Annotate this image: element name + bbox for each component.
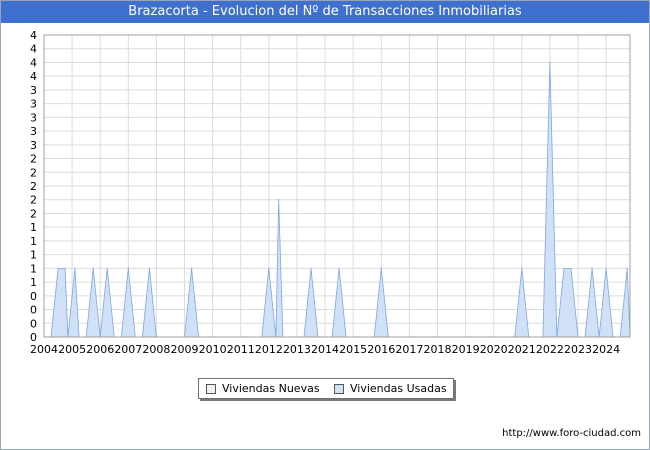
y-tick-label: 0: [30, 304, 37, 317]
data-point: [549, 61, 551, 64]
data-point: [268, 267, 270, 269]
y-tick-label: 4: [30, 70, 37, 83]
legend-swatch-usadas: [334, 384, 344, 394]
y-tick-label: 1: [30, 276, 37, 289]
x-tick-label: 2004: [30, 343, 58, 356]
y-tick-label: 4: [30, 29, 37, 42]
x-tick-label: 2022: [536, 343, 564, 356]
y-tick-label: 1: [30, 235, 37, 248]
y-tick-label: 3: [30, 125, 37, 138]
x-tick-label: 2019: [452, 343, 480, 356]
x-tick-label: 2020: [480, 343, 508, 356]
y-tick-label: 3: [30, 98, 37, 111]
x-tick-label: 2012: [255, 343, 283, 356]
footer-url[interactable]: http://www.foro-ciudad.com: [502, 428, 641, 439]
x-tick-label: 2006: [86, 343, 114, 356]
data-point: [380, 267, 382, 269]
y-tick-label: 4: [30, 43, 37, 56]
x-tick-label: 2005: [58, 343, 86, 356]
legend-swatch-nuevas: [206, 384, 216, 394]
data-point: [127, 267, 129, 269]
y-tick-label: 1: [30, 262, 37, 275]
data-point: [148, 267, 150, 269]
data-point: [310, 267, 312, 269]
y-tick-label: 3: [30, 111, 37, 124]
y-tick-label: 3: [30, 84, 37, 97]
y-tick-label: 0: [30, 317, 37, 330]
x-tick-label: 2010: [199, 343, 227, 356]
legend: Viviendas Nuevas Viviendas Usadas: [198, 378, 454, 399]
data-point: [74, 267, 76, 269]
x-tick-label: 2009: [171, 343, 199, 356]
x-tick-label: 2024: [592, 343, 620, 356]
data-point: [278, 199, 280, 201]
y-tick-label: 2: [30, 207, 37, 220]
data-point: [338, 267, 340, 269]
data-point: [521, 267, 523, 269]
x-tick-label: 2015: [339, 343, 367, 356]
legend-label-nuevas: Viviendas Nuevas: [222, 382, 320, 395]
data-point: [106, 267, 108, 269]
data-point: [626, 267, 628, 269]
data-point: [57, 267, 59, 269]
y-tick-label: 2: [30, 180, 37, 193]
y-tick-label: 0: [30, 290, 37, 303]
data-point: [563, 267, 565, 269]
y-tick-label: 2: [30, 194, 37, 207]
x-tick-label: 2016: [367, 343, 395, 356]
data-point: [605, 267, 607, 269]
x-tick-label: 2013: [283, 343, 311, 356]
data-point: [570, 267, 572, 269]
legend-label-usadas: Viviendas Usadas: [350, 382, 447, 395]
y-tick-label: 1: [30, 249, 37, 262]
x-tick-label: 2018: [423, 343, 451, 356]
x-tick-label: 2023: [564, 343, 592, 356]
x-tick-label: 2014: [311, 343, 339, 356]
y-tick-label: 3: [30, 139, 37, 152]
data-point: [64, 267, 66, 269]
data-point: [591, 267, 593, 269]
data-point: [190, 267, 193, 269]
x-tick-label: 2007: [114, 343, 142, 356]
x-tick-label: 2011: [227, 343, 255, 356]
y-tick-label: 2: [30, 153, 37, 166]
x-tick-label: 2021: [508, 343, 536, 356]
x-tick-label: 2017: [395, 343, 423, 356]
x-tick-label: 2008: [142, 343, 170, 356]
y-tick-label: 2: [30, 166, 37, 179]
data-point: [92, 267, 94, 269]
y-tick-label: 1: [30, 221, 37, 234]
y-tick-label: 4: [30, 56, 37, 69]
